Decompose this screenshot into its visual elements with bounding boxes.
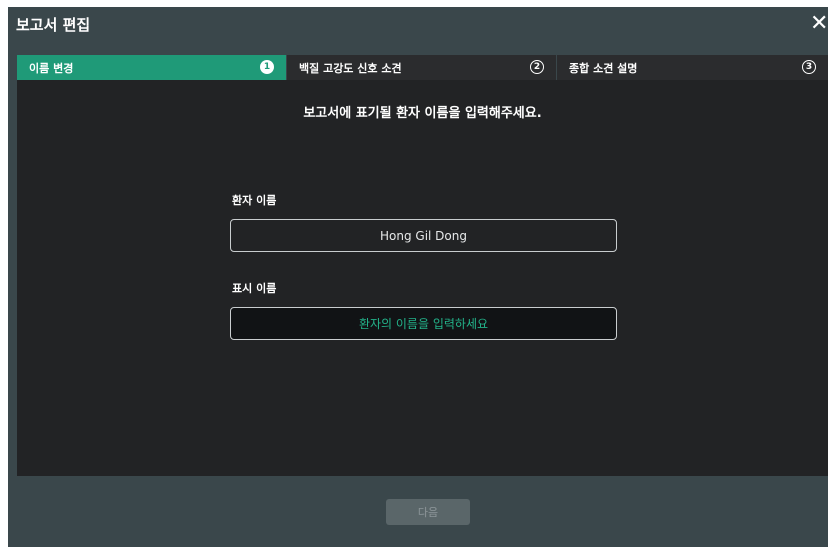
dialog-titlebar: 보고서 편집 ✕ [8,7,828,41]
step-3-icon: 3 [802,60,816,74]
dialog-title: 보고서 편집 [16,15,91,34]
instruction-text: 보고서에 표기될 환자 이름을 입력해주세요. [303,106,542,121]
tab-white-matter-findings[interactable]: 백질 고강도 신호 소견 2 [287,55,557,80]
step-1-icon: 1 [260,60,274,74]
tab-label: 종합 소견 설명 [569,61,638,75]
tab-label: 백질 고강도 신호 소견 [299,61,402,75]
close-icon[interactable]: ✕ [810,11,828,37]
tab-label: 이름 변경 [29,61,74,75]
display-name-input[interactable] [231,308,616,339]
display-name-label: 표시 이름 [232,282,277,295]
tab-content-panel: 보고서에 표기될 환자 이름을 입력해주세요. 환자 이름 Hong Gil D… [17,80,828,476]
patient-name-field: Hong Gil Dong [230,219,617,252]
patient-name-value: Hong Gil Dong [380,228,467,243]
tab-summary-findings[interactable]: 종합 소견 설명 3 [557,55,828,80]
report-edit-dialog: 보고서 편집 ✕ 이름 변경 1 백질 고강도 신호 소견 2 종합 소견 설명… [8,7,828,547]
tab-rename[interactable]: 이름 변경 1 [17,55,287,80]
display-name-field[interactable] [230,307,617,340]
step-2-icon: 2 [530,60,544,74]
next-button[interactable]: 다음 [386,499,470,525]
patient-name-label: 환자 이름 [232,194,277,207]
step-tabs: 이름 변경 1 백질 고강도 신호 소견 2 종합 소견 설명 3 [17,55,828,80]
